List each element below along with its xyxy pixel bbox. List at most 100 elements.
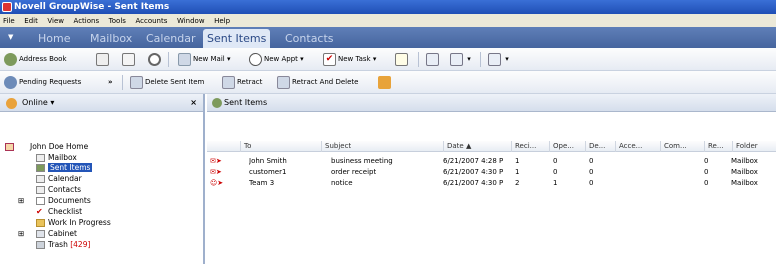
folder-title: Sent Items (224, 98, 268, 107)
group-mail-status-icon: ☺➤ (210, 179, 224, 187)
tab-mailbox[interactable]: Mailbox (86, 29, 136, 48)
tree-item-home[interactable]: John Doe Home (5, 142, 88, 152)
column-completed[interactable]: Com... (660, 141, 704, 152)
tree-expand-cabinet[interactable]: ⊞ (18, 229, 24, 239)
column-accepted[interactable]: Acce... (615, 141, 660, 152)
documents-icon (36, 197, 45, 205)
toolbar-separator (122, 75, 123, 90)
trash-count: [429] (70, 240, 91, 249)
toolbar-separator (168, 52, 169, 67)
tree-expand-documents[interactable]: ⊞ (18, 196, 24, 206)
menu-help[interactable]: Help (214, 17, 230, 25)
delete-sent-item-button[interactable]: Delete Sent Item (130, 75, 204, 90)
retract-and-delete-button[interactable]: Retract And Delete (277, 75, 358, 90)
open-button[interactable] (122, 52, 137, 67)
tab-calendar[interactable]: Calendar (142, 29, 199, 48)
delete-mail-icon (130, 75, 143, 89)
new-note-button[interactable] (395, 52, 410, 67)
search-icon (148, 52, 161, 66)
menu-edit[interactable]: Edit (24, 17, 38, 25)
new-task-button[interactable]: ✔ New Task ▾ (323, 52, 376, 67)
tree-item-documents[interactable]: Documents (36, 196, 91, 206)
clock-icon (249, 52, 262, 66)
tab-home[interactable]: Home (34, 29, 74, 48)
online-status-icon (6, 98, 17, 109)
sent-items-icon (212, 98, 222, 108)
pending-requests-icon (4, 75, 17, 89)
new-mail-icon (178, 52, 191, 66)
tree-item-mailbox[interactable]: Mailbox (36, 153, 77, 163)
display-button[interactable]: ▾ (488, 52, 509, 67)
nav-tab-bar: ▼ Home Mailbox Calendar Sent Items Conta… (0, 27, 776, 48)
sent-items-icon (36, 164, 45, 172)
tree-item-trash[interactable]: Trash [429] (36, 240, 90, 250)
table-row[interactable]: ✉➤ customer1 order receipt 6/21/2007 4:3… (207, 167, 776, 177)
folder-icon (36, 219, 45, 227)
sweep-button[interactable] (378, 75, 393, 90)
checkmark-icon: ✔ (323, 52, 336, 66)
broom-icon (378, 75, 391, 89)
view-button[interactable] (426, 52, 441, 67)
column-to[interactable]: To (240, 141, 321, 152)
column-recipients[interactable]: Reci... (511, 141, 549, 152)
print-button[interactable] (96, 52, 111, 67)
tab-contacts[interactable]: Contacts (281, 29, 338, 48)
column-folder[interactable]: Folder (732, 141, 776, 152)
menu-actions[interactable]: Actions (74, 17, 100, 25)
tree-item-sent-items[interactable]: Sent Items (36, 163, 93, 173)
retract-icon (222, 75, 235, 89)
tree-item-cabinet[interactable]: Cabinet (36, 229, 77, 239)
mail-status-icon: ✉➤ (210, 168, 222, 176)
menu-window[interactable]: Window (177, 17, 205, 25)
close-icon[interactable]: × (190, 94, 197, 112)
menu-bar: File Edit View Actions Tools Accounts Wi… (0, 14, 776, 27)
address-book-button[interactable]: Address Book (4, 52, 67, 67)
window-title: Novell GroupWise - Sent Items (14, 2, 170, 12)
context-toolbar: Pending Requests » Delete Sent Item Retr… (0, 71, 776, 94)
menu-view[interactable]: View (47, 17, 64, 25)
checklist-icon: ✔ (36, 207, 43, 216)
find-button[interactable] (148, 52, 163, 67)
retract-delete-icon (277, 75, 290, 89)
title-bar: Novell GroupWise - Sent Items (0, 0, 776, 14)
tree-item-calendar[interactable]: Calendar (36, 174, 82, 184)
trash-icon (36, 241, 45, 249)
tree-item-checklist[interactable]: ✔ Checklist (36, 207, 82, 217)
column-deleted[interactable]: De... (585, 141, 615, 152)
pending-requests-button[interactable]: Pending Requests (4, 75, 81, 90)
cabinet-icon (36, 230, 45, 238)
retract-button[interactable]: Retract (222, 75, 262, 90)
tree-item-contacts[interactable]: Contacts (36, 185, 81, 195)
column-subject[interactable]: Subject (321, 141, 429, 152)
column-opened[interactable]: Ope... (549, 141, 585, 152)
menu-file[interactable]: File (3, 17, 15, 25)
address-book-icon (4, 52, 17, 66)
table-row[interactable]: ✉➤ John Smith business meeting 6/21/2007… (207, 156, 776, 166)
tab-sent-items[interactable]: Sent Items (203, 29, 271, 48)
contacts-icon (36, 186, 45, 194)
nav-menu-icon[interactable]: ▼ (8, 33, 18, 43)
home-icon (5, 143, 14, 151)
table-row[interactable]: ☺➤ Team 3 notice 6/21/2007 4:30 P 2 1 0 … (207, 178, 776, 188)
columns-button[interactable]: ▾ (450, 52, 471, 67)
folder-pane-header: Online ▾ × (0, 94, 203, 112)
open-icon (122, 52, 135, 66)
toolbar-separator (480, 52, 481, 67)
print-icon (96, 52, 109, 66)
note-icon (395, 52, 408, 66)
toolbar-overflow-button[interactable]: » (108, 75, 113, 90)
online-status-dropdown[interactable]: Online ▾ (22, 98, 54, 107)
new-mail-button[interactable]: New Mail ▾ (178, 52, 230, 67)
column-replied[interactable]: Re... (704, 141, 732, 152)
item-list-pane: Sent Items To Subject Date ▲ Reci... Ope… (207, 94, 776, 264)
mailbox-icon (36, 154, 45, 162)
column-date[interactable]: Date ▲ (443, 141, 511, 152)
new-appt-button[interactable]: New Appt ▾ (249, 52, 304, 67)
menu-tools[interactable]: Tools (109, 17, 126, 25)
tree-item-work-in-progress[interactable]: Work In Progress (36, 218, 111, 228)
sort-ascending-icon: ▲ (465, 142, 472, 150)
mail-status-icon: ✉➤ (210, 157, 222, 165)
toolbar-separator (418, 52, 419, 67)
column-header-row: To Subject Date ▲ Reci... Ope... De... A… (207, 141, 776, 152)
menu-accounts[interactable]: Accounts (135, 17, 167, 25)
